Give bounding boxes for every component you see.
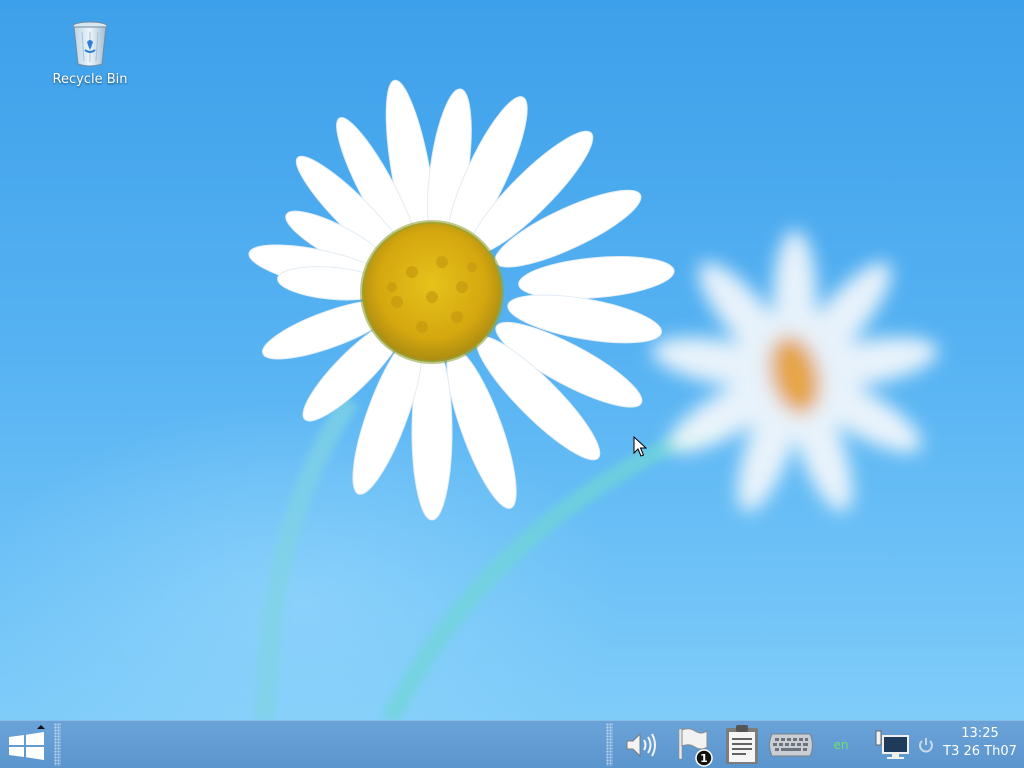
clock-time: 13:25: [961, 726, 999, 741]
daisy-wallpaper-art: [0, 79, 938, 720]
tray-clipboard[interactable]: [720, 723, 764, 767]
taskbar-grip-right[interactable]: [606, 723, 613, 766]
taskbar-grip-left[interactable]: [54, 723, 61, 766]
network-monitor-icon: [875, 730, 909, 759]
tray-network[interactable]: [872, 723, 912, 767]
tray-notifications[interactable]: 1: [672, 723, 718, 767]
tray-language-indicator[interactable]: en: [826, 723, 856, 767]
start-button[interactable]: [0, 721, 52, 768]
flag-icon: 1: [678, 728, 713, 767]
keyboard-icon: [769, 733, 813, 757]
language-label: en: [833, 738, 849, 752]
recycle-bin-icon: [72, 21, 108, 67]
clock-date: T3 26 Th07: [943, 744, 1017, 759]
speaker-icon: [626, 732, 656, 758]
clipboard-icon: [726, 725, 758, 764]
tray-volume[interactable]: [620, 723, 662, 767]
desktop-icon-label: Recycle Bin: [52, 72, 128, 87]
desktop-wallpaper: [0, 0, 1024, 768]
desktop-icon-recycle-bin[interactable]: Recycle Bin: [44, 20, 136, 87]
power-icon: [919, 738, 933, 753]
windows-logo-icon: [9, 724, 45, 760]
taskbar: 1 en 13:25 T3 26 Th07: [0, 720, 1024, 768]
taskbar-clock[interactable]: 13:25 T3 26 Th07: [938, 725, 1022, 761]
tray-power[interactable]: [914, 723, 938, 767]
tray-virtual-keyboard[interactable]: [764, 723, 818, 767]
notification-count-badge: 1: [700, 752, 708, 765]
